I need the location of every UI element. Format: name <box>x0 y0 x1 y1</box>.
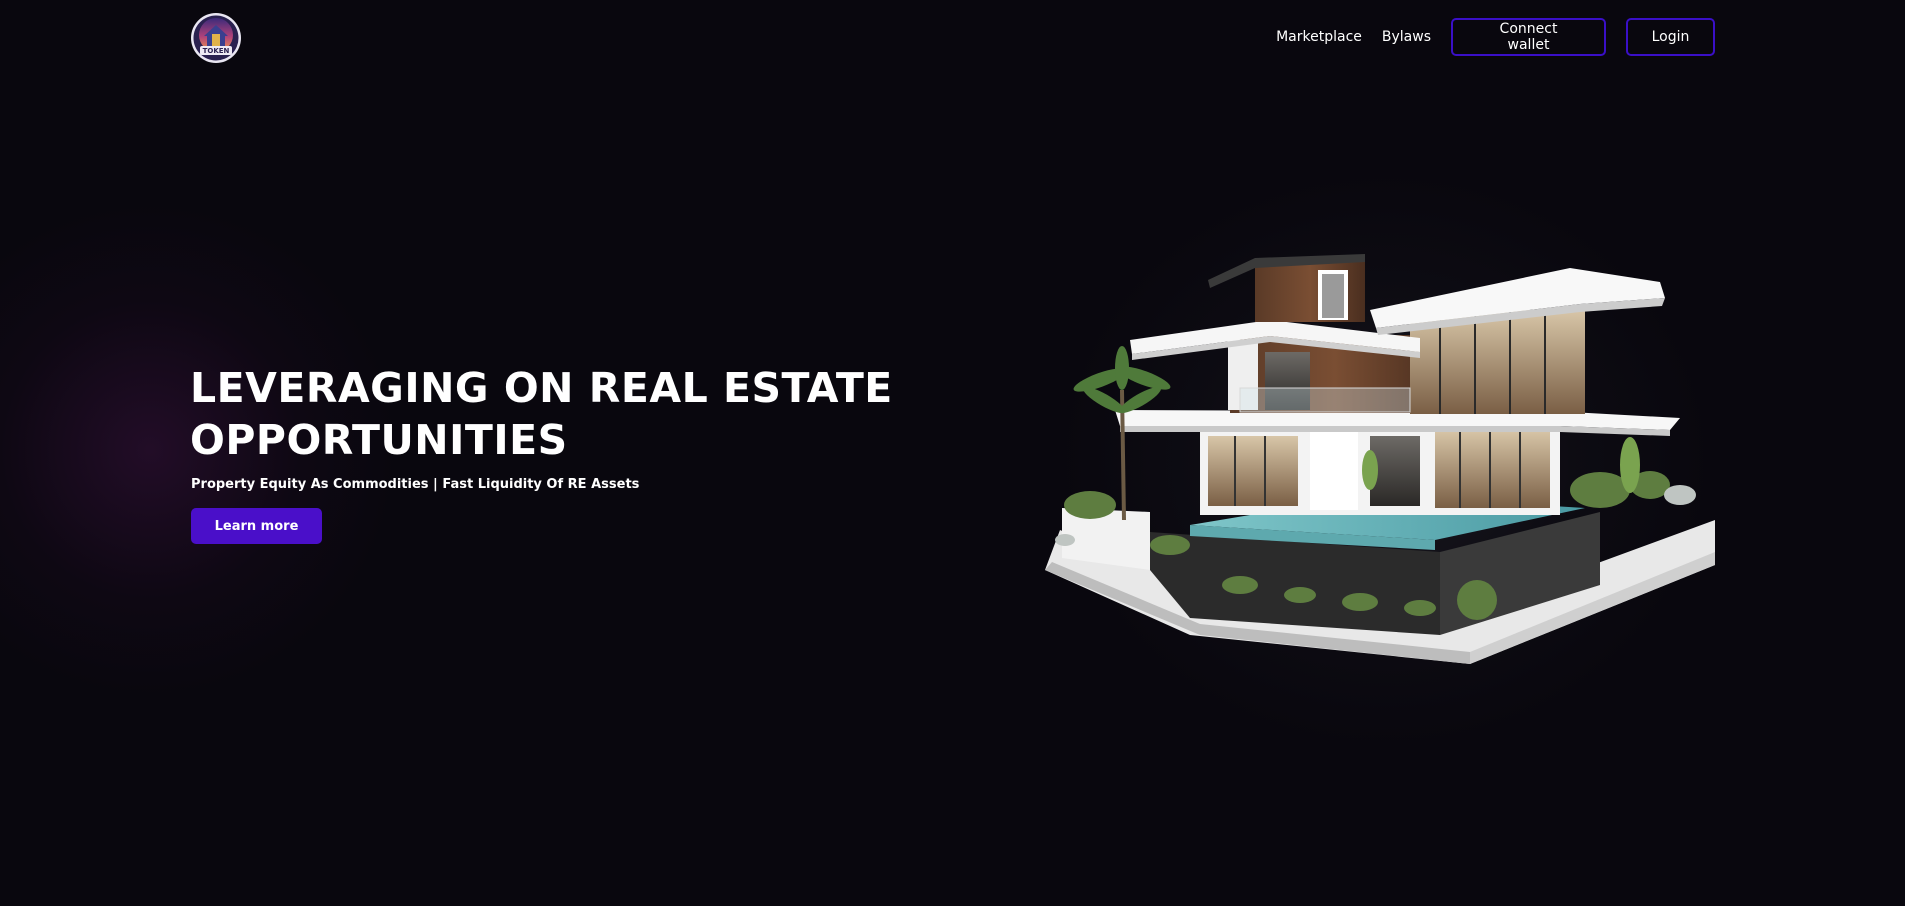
learn-more-button[interactable]: Learn more <box>191 508 322 544</box>
hero-title: LEVERAGING ON REAL ESTATE OPPORTUNITIES <box>190 362 950 466</box>
hero-title-line-1: LEVERAGING ON REAL ESTATE <box>190 364 893 412</box>
nav-link-bylaws[interactable]: Bylaws <box>1382 29 1431 45</box>
villa-illustration <box>1045 254 1715 664</box>
main-nav: Marketplace Bylaws Connect wallet Login <box>1276 17 1715 57</box>
login-button[interactable]: Login <box>1626 18 1715 56</box>
landing-page: TOKEN Marketplace Bylaws Connect wallet … <box>0 0 1905 906</box>
hero-subtitle: Property Equity As Commodities | Fast Li… <box>191 477 640 492</box>
nav-link-marketplace[interactable]: Marketplace <box>1276 29 1362 45</box>
connect-wallet-button[interactable]: Connect wallet <box>1451 18 1606 56</box>
hero-title-line-2: OPPORTUNITIES <box>190 416 568 464</box>
svg-text:TOKEN: TOKEN <box>203 47 230 55</box>
token-logo-icon[interactable]: TOKEN <box>190 12 242 64</box>
